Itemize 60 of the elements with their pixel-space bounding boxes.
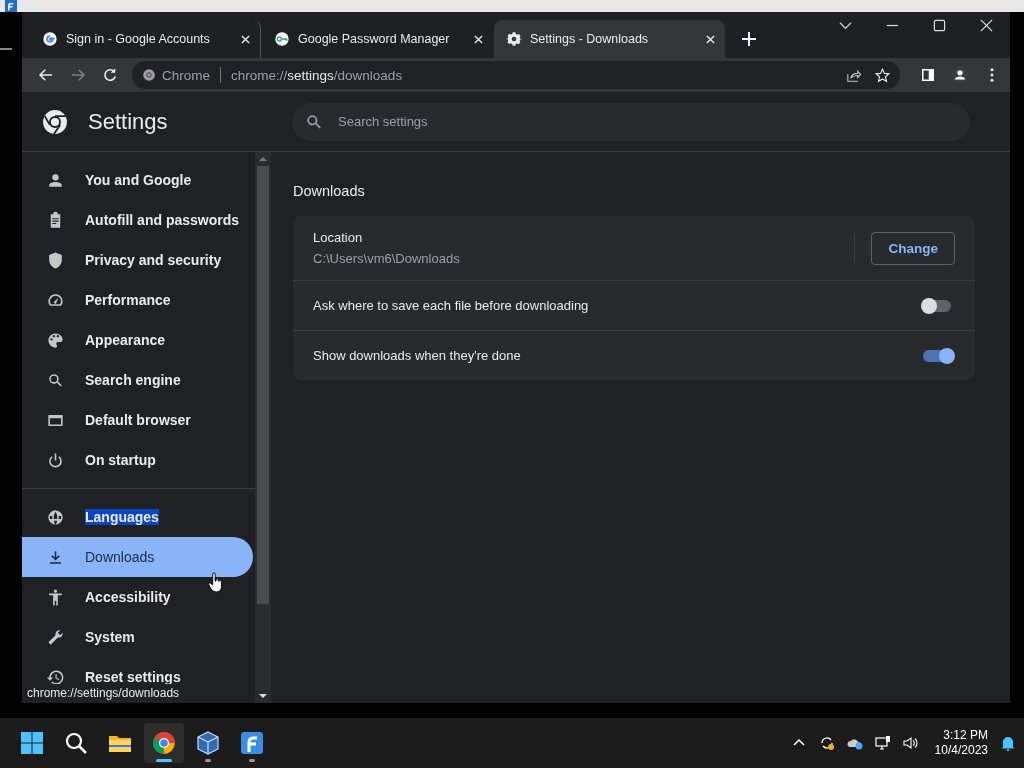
sidebar-item[interactable]: Performance [22, 280, 253, 320]
close-tab-icon[interactable] [706, 34, 715, 44]
sidebar-item[interactable]: Search engine [22, 360, 253, 400]
browser-tab[interactable]: Google Password Manager [262, 20, 493, 58]
close-icon[interactable] [980, 18, 993, 32]
sidebar-item[interactable]: Appearance [22, 320, 253, 360]
gear-icon [506, 31, 522, 47]
setting-label: Show downloads when they're done [313, 348, 522, 363]
taskbar-clock[interactable]: 3:12 PM 10/4/2023 [934, 728, 988, 758]
section-heading: Downloads [293, 183, 366, 199]
bell-icon[interactable] [1000, 735, 1016, 751]
close-tab-icon[interactable] [474, 34, 483, 44]
sync-icon[interactable] [818, 735, 835, 751]
address-bar[interactable]: Chrome chrome://settings/downloads [132, 61, 900, 89]
maximize-icon[interactable] [933, 18, 946, 32]
sidebar-item[interactable]: Privacy and security [22, 240, 253, 280]
cube-icon [196, 731, 220, 755]
accessibility-icon [46, 587, 65, 607]
windows-logo-icon [20, 731, 44, 755]
chrome-logo-icon [152, 731, 176, 755]
scrollbar[interactable] [255, 152, 271, 703]
location-label: Location [313, 230, 364, 245]
globe-icon [46, 507, 65, 527]
sidebar-item[interactable]: On startup [22, 440, 253, 480]
chrome-logo-icon [42, 108, 68, 135]
close-tab-icon[interactable] [241, 34, 250, 44]
hand-cursor-icon [208, 572, 223, 594]
sidebar-item[interactable]: Autofill and passwords [22, 200, 253, 240]
clock-time: 3:12 PM [943, 728, 988, 743]
taskbar-app[interactable] [144, 723, 184, 763]
google-logo-icon [42, 31, 58, 47]
sidebar-item[interactable]: You and Google [22, 160, 253, 200]
shield-icon [46, 250, 65, 270]
setting-label: Ask where to save each file before downloading [313, 298, 590, 313]
browser-tab[interactable]: Settings - Downloads [494, 20, 725, 58]
new-tab-icon[interactable] [742, 32, 756, 46]
toggle-switch[interactable] [923, 299, 951, 312]
fedora-app-icon [3, 0, 19, 12]
url-text: chrome://settings/downloads [231, 67, 403, 83]
network-icon[interactable] [874, 735, 891, 751]
sidebar-item[interactable]: Languages [22, 497, 253, 537]
sidebar-item[interactable]: System [22, 617, 253, 657]
history-icon [46, 667, 65, 687]
sidebar-item[interactable]: Accessibility [22, 577, 253, 617]
wrench-icon [46, 627, 65, 647]
sidebar-item[interactable]: Default browser [22, 400, 253, 440]
speaker-icon[interactable] [902, 735, 919, 751]
change-button[interactable]: Change [871, 231, 955, 265]
page-title: Settings [88, 108, 168, 135]
clock-date: 10/4/2023 [934, 743, 988, 758]
search-icon [64, 731, 88, 755]
palette-icon [46, 330, 65, 350]
search-field[interactable]: Search settings [292, 102, 970, 141]
sidebar-item[interactable]: Downloads [22, 537, 253, 577]
page-source-label: Chrome [162, 67, 210, 83]
fedora-app-icon [240, 731, 264, 755]
power-icon [46, 450, 65, 470]
key-icon [274, 31, 290, 47]
location-path: C:\Users\vm6\Downloads [313, 251, 461, 266]
chrome-logo-icon [142, 68, 156, 82]
